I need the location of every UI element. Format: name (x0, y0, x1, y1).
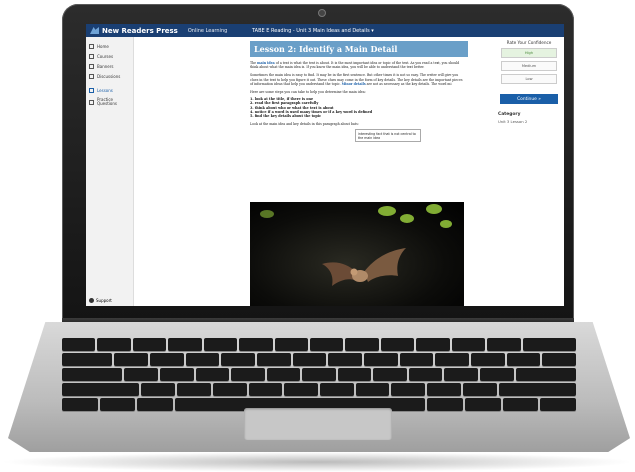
confidence-title: Rate Your Confidence (506, 40, 552, 45)
confidence-panel: Rate Your Confidence High Medium Low Con… (494, 37, 564, 306)
section-label: Online Learning (187, 27, 228, 34)
brand-name: New Readers Press (102, 26, 178, 35)
category-heading: Category (498, 112, 521, 117)
courses-icon (89, 53, 94, 59)
laptop-shadow (0, 452, 635, 472)
sidebar-item-discussions[interactable]: Discussions (86, 71, 133, 81)
questions-icon (89, 99, 94, 105)
bat-photo (250, 202, 464, 306)
lesson-title: Lesson 2: Identify a Main Detail (250, 41, 468, 57)
confidence-high-button[interactable]: High (501, 48, 557, 58)
paragraph-look-at: Look at the main idea and key details in… (250, 122, 359, 127)
lesson-content: Lesson 2: Identify a Main Detail The mai… (250, 37, 470, 306)
brand-logo[interactable]: New Readers Press (86, 27, 178, 35)
sidebar-item-banners[interactable]: Banners (86, 61, 133, 71)
help-icon (89, 298, 94, 303)
lessons-icon (89, 87, 94, 93)
paragraph-key-details: Sometimes the main idea is easy to find.… (250, 73, 464, 86)
bat-silhouette-icon (322, 248, 406, 286)
keyboard (61, 338, 577, 411)
banners-icon (89, 63, 94, 69)
text-span: ideas that help you understand the topic… (274, 81, 341, 86)
step-item: 5. find the key details about the topic (250, 114, 322, 119)
support-link[interactable]: Support (89, 298, 112, 303)
laptop-screen: New Readers Press Online Learning TABE E… (86, 24, 564, 306)
top-nav-bar: New Readers Press Online Learning TABE E… (86, 24, 564, 37)
sidebar-item-practice-questions[interactable]: Practice Questions (86, 95, 133, 109)
definition-tooltip: interesting fact that is not central to … (355, 129, 421, 142)
sidebar-item-label: Courses (97, 53, 114, 59)
sidebar-item-label: Banners (97, 63, 114, 69)
support-label: Support (96, 298, 112, 303)
sidebar-item-home[interactable]: Home (86, 41, 133, 51)
steps-list: 1. look at the title, if there is one 2.… (250, 97, 470, 118)
brand-mark-icon (90, 27, 99, 34)
trackpad[interactable] (244, 408, 392, 440)
home-icon (89, 43, 94, 49)
category-value: Unit 3 Lesson 2 (498, 119, 528, 124)
sidebar-item-label: Practice Questions (97, 96, 117, 106)
continue-button[interactable]: Continue » (500, 94, 558, 104)
sidebar: Home Courses Banners Discussions Lessons… (86, 37, 134, 306)
course-unit-dropdown[interactable]: TABE E Reading - Unit 3 Main Ideas and D… (252, 28, 374, 34)
paragraph-steps-intro: Here are some steps you can take to help… (250, 90, 366, 95)
sidebar-item-label: Lessons (97, 87, 113, 93)
text-span: are not as necessary as the key details.… (366, 81, 452, 86)
confidence-medium-button[interactable]: Medium (501, 61, 557, 71)
sidebar-item-courses[interactable]: Courses (86, 51, 133, 61)
confidence-low-button[interactable]: Low (501, 74, 557, 84)
sidebar-item-label: Home (97, 43, 109, 49)
sidebar-item-lessons[interactable]: Lessons (86, 85, 133, 95)
text-span: of a text is what the text is about. It … (250, 61, 460, 70)
glossary-link-minor-details[interactable]: Minor details (342, 82, 366, 86)
webcam (318, 9, 326, 17)
paragraph-main-idea: The main idea of a text is what the text… (250, 61, 464, 69)
discussions-icon (89, 73, 94, 79)
sidebar-item-label: Discussions (97, 73, 121, 79)
